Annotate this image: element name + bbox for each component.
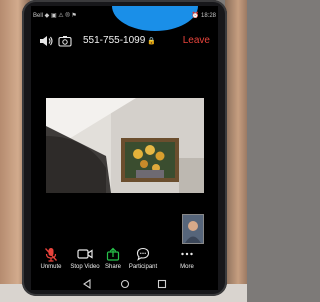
participants-label: Participant [128, 264, 158, 270]
android-nav-bar [31, 278, 218, 290]
more-label: More [180, 264, 194, 270]
phone-frame: Bell ◆ ▣ ⚠ ® ⚑ ⏰ 18:28 551-755-1099 🔒 Le… [22, 0, 227, 296]
more-button[interactable]: More [159, 246, 215, 270]
background-hand-right [225, 0, 247, 302]
speaker-icon[interactable] [39, 35, 53, 47]
chat-bubble-icon [136, 247, 150, 261]
share-icon [106, 247, 120, 261]
meeting-toolbar: Unmute Stop Video Share Participant More [31, 242, 218, 282]
meeting-id: 551-755-1099 🔒 [83, 35, 156, 46]
back-triangle-icon[interactable] [81, 278, 93, 290]
video-camera-icon [77, 249, 93, 259]
self-view-thumbnail[interactable] [182, 214, 204, 244]
status-bar: Bell ◆ ▣ ⚠ ® ⚑ ⏰ 18:28 [33, 12, 216, 22]
status-right: ⏰ 18:28 [191, 13, 216, 19]
leave-button[interactable]: Leave [183, 35, 210, 46]
phone-screen: Bell ◆ ▣ ⚠ ® ⚑ ⏰ 18:28 551-755-1099 🔒 Le… [31, 6, 218, 290]
shared-video-feed [46, 98, 204, 193]
recents-square-icon[interactable] [156, 278, 168, 290]
home-circle-icon[interactable] [119, 278, 131, 290]
lock-icon: 🔒 [145, 38, 156, 45]
mic-muted-icon [45, 247, 57, 262]
meeting-top-bar: 551-755-1099 🔒 Leave [31, 32, 218, 52]
status-left: Bell ◆ ▣ ⚠ ® ⚑ [33, 13, 77, 19]
participants-button[interactable]: Participant [123, 246, 163, 270]
meeting-id-text: 551-755-1099 [83, 35, 146, 46]
more-dots-icon [181, 252, 193, 256]
switch-camera-icon[interactable] [58, 35, 72, 47]
